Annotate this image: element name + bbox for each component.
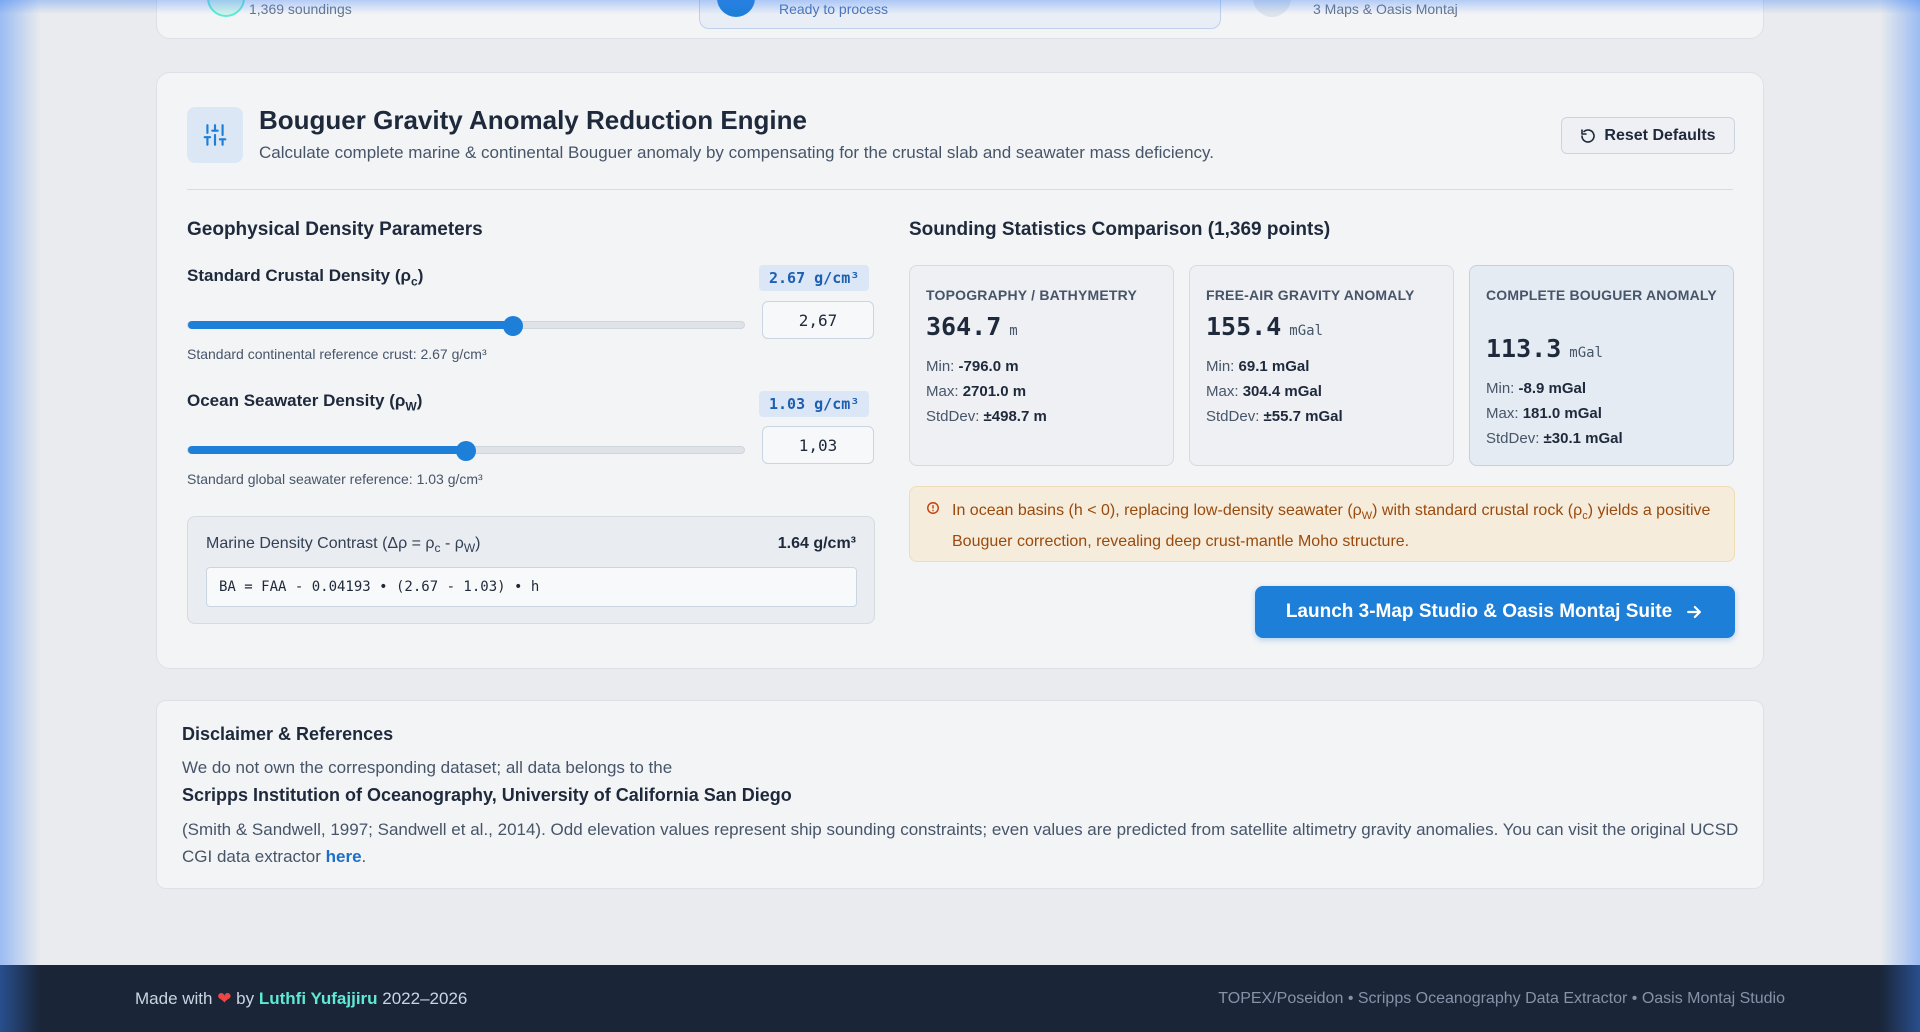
launch-studio-label: Launch 3-Map Studio & Oasis Montaj Suite [1285,601,1673,622]
water-density-label: Ocean Seawater Density (ρW) [187,391,423,414]
stat-card-free-air: FREE-AIR GRAVITY ANOMALY 155.4 mGal Min: … [1189,265,1454,466]
water-density-input[interactable]: 1,03 [762,426,874,464]
disclaimer-reference-text: (Smith & Sandwell, 1997; Sandwell et al.… [182,820,1739,866]
stat-card-value: 113.3 mGal [1486,334,1603,363]
status-step-soundings: 1,369 soundings [207,0,352,17]
bouguer-engine-card: Bouguer Gravity Anomaly Reduction Engine… [156,72,1764,669]
right-edge-glow [1880,0,1920,1032]
stat-stddev: StdDev: ±498.7 m [926,408,1047,425]
stat-max: Max: 2701.0 m [926,383,1027,400]
status-strip-active-step[interactable] [699,0,1221,29]
stat-max: Max: 181.0 mGal [1486,405,1602,422]
crust-density-input[interactable]: 2,67 [762,301,874,339]
stat-min: Min: 69.1 mGal [1206,358,1310,375]
disclaimer-institution: Scripps Institution of Oceanography, Uni… [182,785,792,805]
status-strip-card: 1,369 soundings Ready to process 3 Maps … [156,0,1764,39]
engine-subtitle: Calculate complete marine & continental … [259,143,1215,162]
info-circle-icon [927,502,939,514]
stat-card-bouguer: COMPLETE BOUGUER ANOMALY 113.3 mGal Min: … [1469,265,1734,466]
stat-card-heading: COMPLETE BOUGUER ANOMALY [1486,287,1717,303]
status-step-process: Ready to process [717,0,888,17]
stat-card-value: 155.4 mGal [1206,312,1323,341]
water-density-slider[interactable] [187,441,745,461]
reset-defaults-button[interactable]: Reset Defaults [1561,117,1735,154]
status-step-process-text: Ready to process [779,1,888,17]
crust-density-label: Standard Crustal Density (ρc) [187,266,424,289]
params-section-title: Geophysical Density Parameters [187,219,483,240]
header-divider [187,189,1733,190]
status-step-maps: 3 Maps & Oasis Montaj [1253,0,1458,17]
density-contrast-value: 1.64 g/cm³ [777,535,856,552]
reset-icon [1581,128,1596,143]
step-check-icon [207,0,245,17]
stat-card-heading: TOPOGRAPHY / BATHYMETRY [926,287,1137,303]
launch-studio-button[interactable]: Launch 3-Map Studio & Oasis Montaj Suite [1255,586,1735,638]
stat-card-value: 364.7 m [926,312,1018,341]
footer-credits: Made with ❤ by Luthfi Yufajjiru 2022–202… [135,989,468,1008]
stat-min: Min: -8.9 mGal [1486,380,1587,397]
water-slider-fill [188,446,466,454]
water-density-badge: 1.03 g/cm³ [759,391,870,417]
page-footer: Made with ❤ by Luthfi Yufajjiru 2022–202… [0,965,1920,1032]
crust-slider-thumb[interactable] [503,316,524,336]
crust-density-badge: 2.67 g/cm³ [759,265,870,291]
heart-icon: ❤ [217,989,232,1008]
status-step-maps-text: 3 Maps & Oasis Montaj [1313,1,1458,17]
status-step-soundings-text: 1,369 soundings [249,1,352,17]
disclaimer-title: Disclaimer & References [182,724,394,744]
stats-section-title: Sounding Statistics Comparison (1,369 po… [909,219,1331,240]
density-contrast-label: Marine Density Contrast (Δρ = ρc - ρW) [206,535,481,556]
stat-stddev: StdDev: ±30.1 mGal [1486,430,1623,447]
sliders-icon [187,107,243,163]
disclaimer-card: Disclaimer & References We do not own th… [156,700,1764,889]
disclaimer-ownership-text: We do not own the corresponding dataset;… [182,758,673,777]
water-density-note: Standard global seawater reference: 1.03… [187,471,483,487]
reset-defaults-label: Reset Defaults [1604,126,1716,144]
crust-slider-fill [188,321,514,329]
step-maps-icon [1253,0,1291,17]
crust-density-note: Standard continental reference crust: 2.… [187,346,487,362]
ocean-basin-info-alert: In ocean basins (h < 0), replacing low-d… [909,486,1735,562]
author-link[interactable]: Luthfi Yufajjiru [259,989,378,1008]
ucsd-extractor-link[interactable]: here [326,847,362,866]
engine-title: Bouguer Gravity Anomaly Reduction Engine [259,105,807,135]
density-contrast-panel: Marine Density Contrast (Δρ = ρc - ρW) 1… [187,516,875,624]
water-slider-thumb[interactable] [456,441,476,461]
crust-density-slider[interactable] [187,316,745,336]
stat-card-topography: TOPOGRAPHY / BATHYMETRY 364.7 m Min: -796… [909,265,1174,466]
stat-min: Min: -796.0 m [926,358,1019,375]
ocean-basin-info-text: In ocean basins (h < 0), replacing low-d… [952,502,1711,551]
stat-max: Max: 304.4 mGal [1206,383,1322,400]
left-edge-glow [0,0,40,1032]
stat-card-heading: FREE-AIR GRAVITY ANOMALY [1206,287,1415,303]
arrow-right-icon [1687,605,1702,619]
bouguer-formula-field[interactable]: BA = FAA - 0.04193 • (2.67 - 1.03) • h [206,567,857,607]
stat-stddev: StdDev: ±55.7 mGal [1206,408,1343,425]
footer-tagline: TOPEX/Poseidon • Scripps Oceanography Da… [1218,990,1785,1007]
